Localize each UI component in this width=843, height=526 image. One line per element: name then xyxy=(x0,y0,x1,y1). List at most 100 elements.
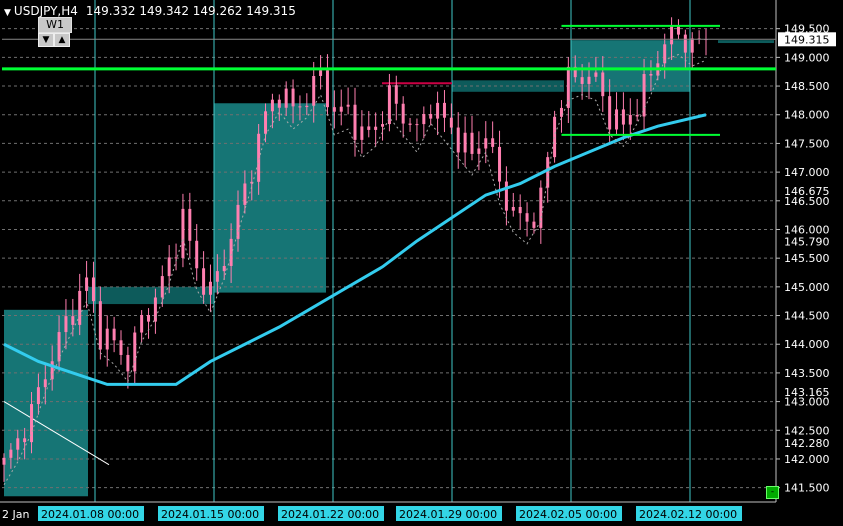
candle-body xyxy=(608,96,612,130)
candle-body xyxy=(257,133,261,182)
candle-body xyxy=(649,74,653,76)
price-tick-label: 142.500 xyxy=(784,424,830,437)
candle-body xyxy=(236,204,240,239)
candle-body xyxy=(676,26,680,35)
time-label: 2024.01.22 00:00 xyxy=(281,508,379,521)
candle-body xyxy=(477,148,481,154)
price-tick-label: 149.000 xyxy=(784,51,830,64)
price-tick-label: 148.500 xyxy=(784,80,830,93)
chart-header: ▼ USDJPY,H4 149.332 149.342 149.262 149.31… xyxy=(4,4,296,18)
candle-body xyxy=(642,74,646,117)
candle-body xyxy=(690,38,694,53)
price-tick-label: 145.000 xyxy=(784,281,830,294)
candle-body xyxy=(277,99,281,108)
candle-body xyxy=(270,99,274,112)
time-label: 2024.01.15 00:00 xyxy=(161,508,259,521)
candle-body xyxy=(64,316,68,333)
zone-2 xyxy=(88,286,214,305)
candle-body xyxy=(387,85,391,125)
candle-body xyxy=(429,114,433,119)
candle-body xyxy=(353,104,357,140)
chart-background xyxy=(0,0,843,526)
candle-body xyxy=(2,457,6,465)
ohlc-readout: 149.332 149.342 149.262 149.315 xyxy=(85,4,296,18)
candle-body xyxy=(463,132,467,153)
candle-body xyxy=(456,127,460,153)
time-label: 2024.02.12 00:00 xyxy=(639,508,737,521)
candle-body xyxy=(587,76,591,84)
price-tick-label: 144.000 xyxy=(784,338,830,351)
price-tick-label: 146.000 xyxy=(784,223,830,236)
candle-body xyxy=(312,75,316,106)
zone-6 xyxy=(718,40,774,44)
candle-body xyxy=(195,240,199,269)
price-marker-label: 146.675 xyxy=(784,185,830,198)
candle-body xyxy=(291,88,295,107)
candle-body xyxy=(298,106,302,108)
timeframe-up-icon[interactable]: ▲ xyxy=(54,33,70,47)
candle-body xyxy=(284,88,288,108)
candle-body xyxy=(133,332,137,372)
price-tick-label: 148.000 xyxy=(784,109,830,122)
candle-body xyxy=(553,116,557,158)
candle-body xyxy=(215,271,219,282)
candle-body xyxy=(112,328,116,341)
candle-body xyxy=(374,126,378,130)
autoscroll-toggle-icon[interactable]: - xyxy=(766,486,779,499)
symbol-label: USDJPY,H4 xyxy=(13,4,78,18)
candle-body xyxy=(484,138,488,149)
candle-body xyxy=(635,114,639,117)
candle-body xyxy=(78,290,82,325)
candle-body xyxy=(621,109,625,125)
candle-body xyxy=(442,102,446,118)
candle-body xyxy=(202,268,206,295)
candle-body xyxy=(504,181,508,211)
candle-body xyxy=(615,109,619,130)
candle-body xyxy=(16,438,20,450)
price-marker-label: 145.790 xyxy=(784,236,830,249)
candle-body xyxy=(119,340,123,355)
candle-body xyxy=(415,124,419,126)
candle-body xyxy=(580,77,584,84)
header-menu-icon[interactable]: ▼ xyxy=(4,8,11,18)
candle-body xyxy=(436,102,440,119)
price-tick-label: 141.500 xyxy=(784,482,830,495)
candle-body xyxy=(98,301,102,350)
candle-body xyxy=(381,124,385,127)
candle-body xyxy=(628,114,632,125)
candle-body xyxy=(181,208,185,258)
price-tick-label: 142.000 xyxy=(784,453,830,466)
candle-body xyxy=(601,72,605,97)
candle-body xyxy=(9,449,13,458)
candle-body xyxy=(367,126,371,130)
candle-body xyxy=(525,213,529,222)
candle-body xyxy=(188,208,192,241)
candle-body xyxy=(167,257,171,277)
candle-body xyxy=(491,138,495,147)
candle-body xyxy=(50,361,54,380)
price-marker-label: 143.165 xyxy=(784,386,830,399)
timeframe-down-icon[interactable]: ▼ xyxy=(38,33,54,47)
price-tick-label: 145.500 xyxy=(784,252,830,265)
zone-1 xyxy=(4,309,88,497)
price-tick-label: 147.500 xyxy=(784,137,830,150)
candle-body xyxy=(85,277,89,291)
price-marker-label: 142.280 xyxy=(784,437,830,450)
price-tick-label: 143.500 xyxy=(784,367,830,380)
candle-body xyxy=(222,265,226,272)
candle-body xyxy=(160,276,164,298)
candle-body xyxy=(394,85,398,104)
candle-body xyxy=(243,183,247,205)
candle-body xyxy=(511,206,515,211)
candle-body xyxy=(498,146,502,182)
candle-body xyxy=(339,106,343,112)
timeframe-widget: W1 ▼ ▲ xyxy=(38,17,72,47)
candle-body xyxy=(566,66,570,108)
candle-body xyxy=(422,114,426,125)
candle-body xyxy=(36,387,40,405)
candle-body xyxy=(594,72,598,77)
timeframe-button[interactable]: W1 xyxy=(38,17,72,33)
candle-body xyxy=(305,105,309,108)
price-chart[interactable]: 141.500142.000142.500143.000143.500144.0… xyxy=(0,0,843,526)
candle-body xyxy=(401,103,405,124)
